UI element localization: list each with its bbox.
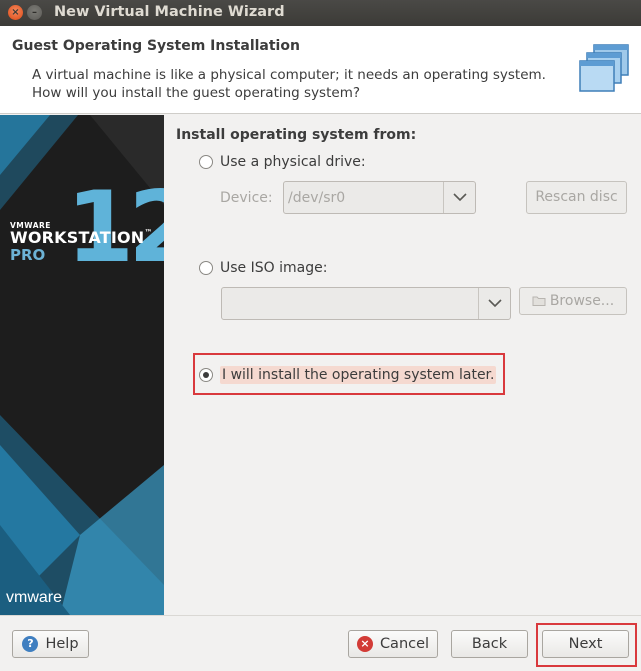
iso-image-label: Use ISO image:	[220, 260, 328, 276]
physical-drive-label: Use a physical drive:	[220, 154, 366, 170]
title-bar: × – New Virtual Machine Wizard	[0, 0, 641, 26]
wizard-header: Guest Operating System Installation A vi…	[0, 26, 641, 114]
cancel-label: Cancel	[379, 636, 430, 652]
physical-drive-option[interactable]: Use a physical drive:	[199, 154, 366, 170]
main-panel: Install operating system from: Use a phy…	[164, 115, 641, 615]
rescan-disc-button[interactable]: Rescan disc	[526, 181, 627, 214]
physical-drive-radio[interactable]	[199, 155, 213, 169]
device-select[interactable]: /dev/sr0	[283, 181, 476, 214]
page-title: Guest Operating System Installation	[12, 38, 300, 54]
install-later-option[interactable]: I will install the operating system late…	[199, 366, 497, 384]
description-line-2: How will you install the guest operating…	[32, 85, 361, 101]
chevron-down-icon	[453, 193, 467, 202]
iso-image-radio[interactable]	[199, 261, 213, 275]
help-icon: ?	[22, 636, 39, 652]
page-description: A virtual machine is like a physical com…	[32, 66, 546, 102]
next-button-highlight	[536, 623, 637, 667]
chevron-down-icon	[488, 299, 502, 308]
window-title: New Virtual Machine Wizard	[54, 4, 285, 20]
vmware-logo: vmware	[6, 589, 63, 606]
product-name-text: WORKSTATION	[10, 228, 145, 247]
product-banner: 12 VMWARE WORKSTATION™ PRO vmware	[0, 115, 164, 615]
install-source-label: Install operating system from:	[176, 127, 417, 143]
iso-image-option[interactable]: Use ISO image:	[199, 260, 327, 276]
browse-label: Browse...	[549, 293, 615, 309]
close-icon[interactable]: ×	[8, 5, 23, 20]
cancel-icon: ×	[356, 636, 373, 652]
cancel-button[interactable]: × Cancel	[348, 630, 438, 658]
iso-dropdown-button[interactable]	[478, 288, 510, 319]
folder-icon	[532, 296, 546, 306]
device-value: /dev/sr0	[288, 190, 346, 206]
device-label: Device:	[220, 190, 273, 206]
virtual-machine-icon	[579, 44, 629, 92]
install-later-radio[interactable]	[199, 368, 213, 382]
product-name: WORKSTATION™	[10, 228, 153, 247]
trademark: ™	[144, 228, 153, 237]
description-line-1: A virtual machine is like a physical com…	[32, 67, 546, 83]
device-dropdown-button[interactable]	[443, 182, 475, 213]
minimize-icon[interactable]: –	[27, 5, 42, 20]
iso-path-select[interactable]	[221, 287, 511, 320]
help-label: Help	[45, 636, 79, 652]
browse-button[interactable]: Browse...	[519, 287, 627, 315]
product-edition: PRO	[10, 246, 46, 264]
help-button[interactable]: ? Help	[12, 630, 89, 658]
back-button[interactable]: Back	[451, 630, 528, 658]
install-later-label: I will install the operating system late…	[220, 366, 497, 384]
